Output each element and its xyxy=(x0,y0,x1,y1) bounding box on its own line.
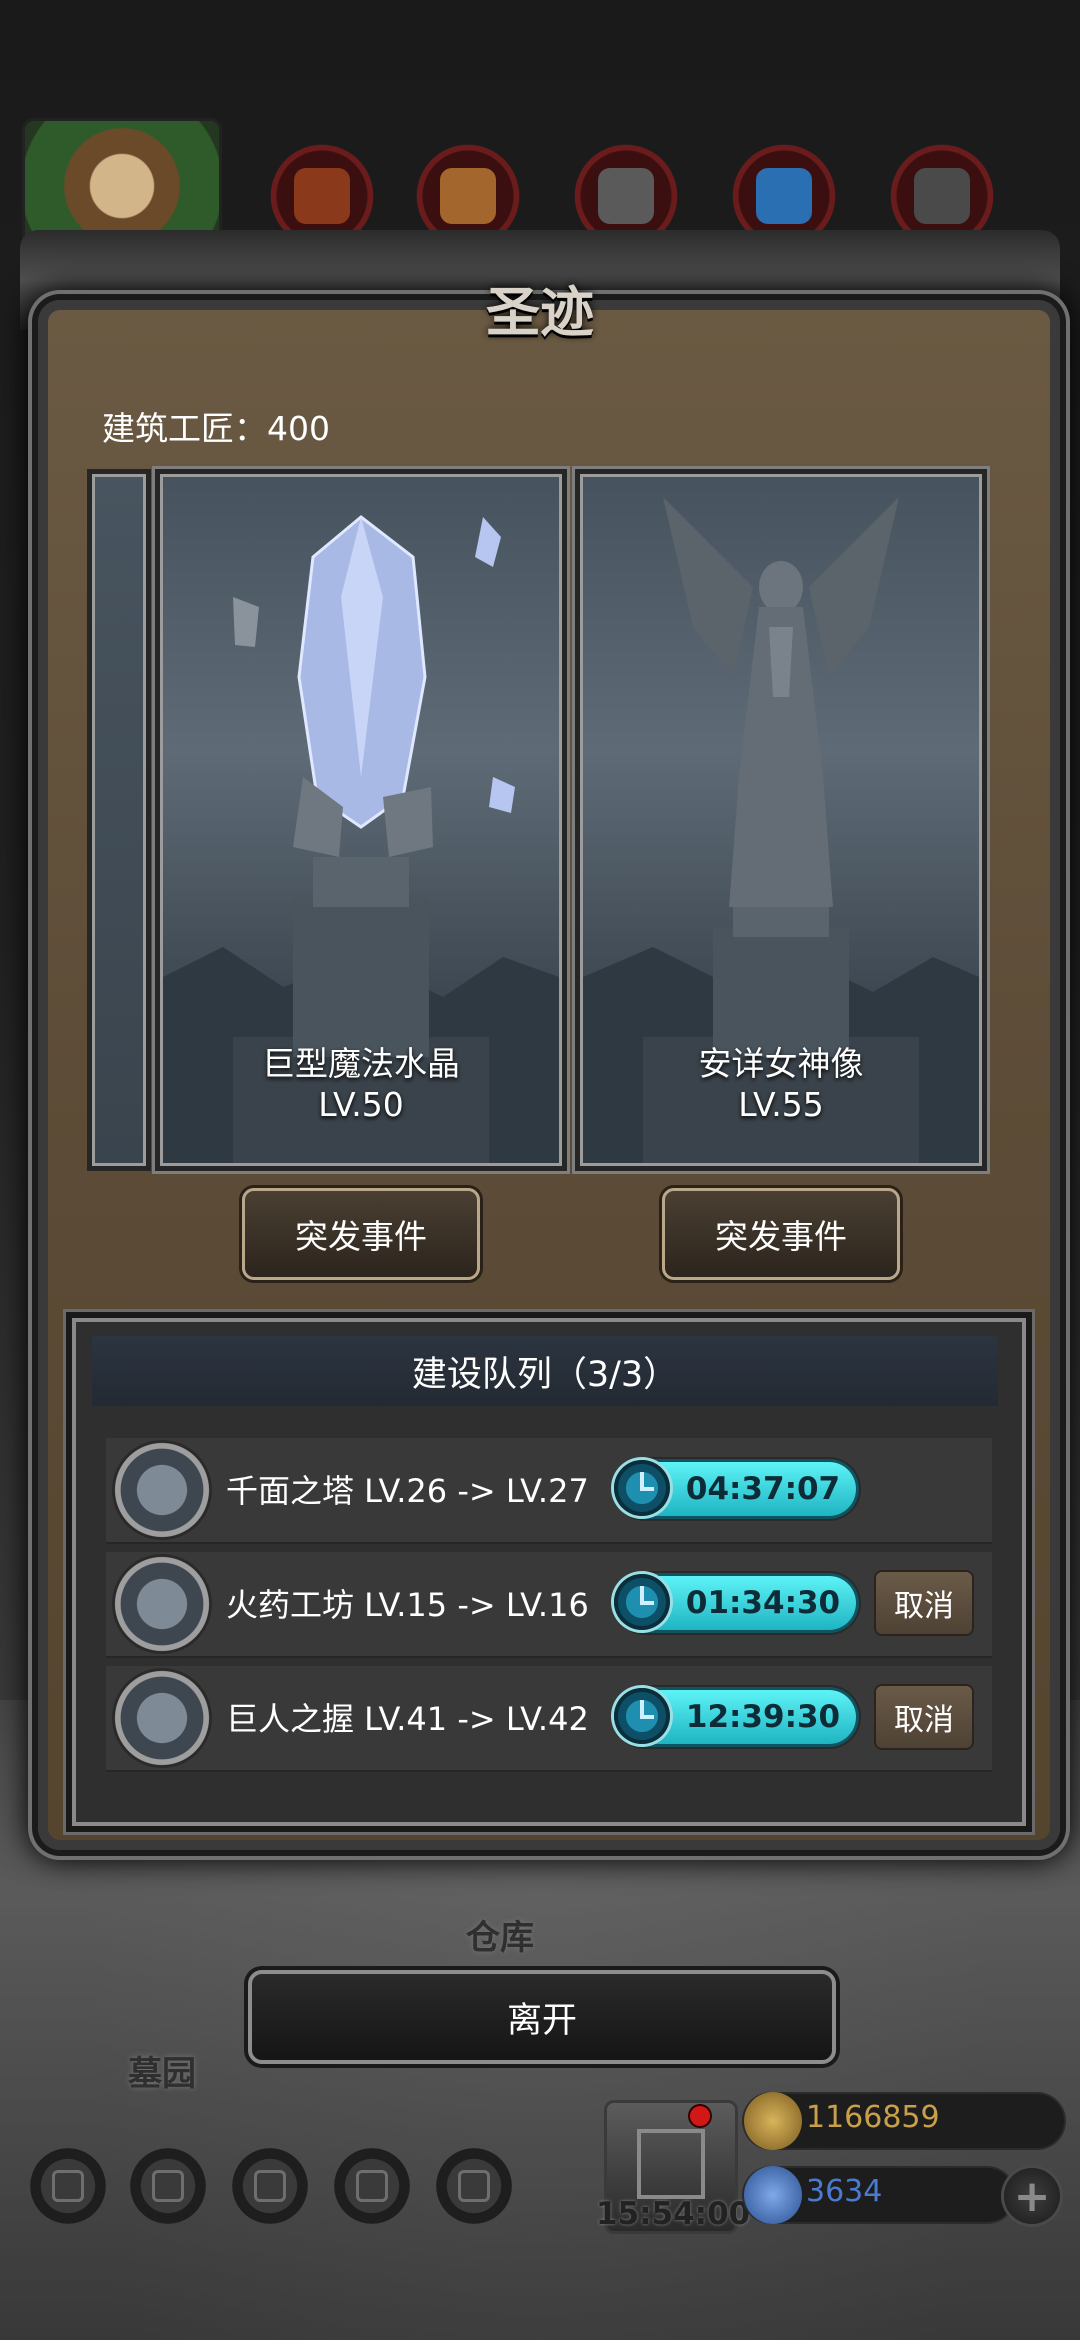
ranking-icon[interactable] xyxy=(232,2148,308,2224)
iron-icon xyxy=(914,168,970,224)
hero-icon[interactable] xyxy=(130,2148,206,2224)
clock-icon xyxy=(614,1460,670,1516)
builders-count: 建筑工匠：400 xyxy=(102,409,330,448)
card-name: 巨型魔法水晶 xyxy=(262,1044,460,1083)
card-name: 安详女神像 xyxy=(698,1044,864,1083)
notification-dot xyxy=(690,2106,710,2126)
queue-row-label: 千面之塔 LV.26 -> LV.27 xyxy=(226,1472,589,1510)
gem-icon xyxy=(744,2166,802,2224)
tower-icon xyxy=(112,1440,212,1540)
cancel-button[interactable]: 取消 xyxy=(876,1686,972,1748)
stone-icon xyxy=(598,168,654,224)
warehouse-label[interactable]: 仓库 xyxy=(466,1910,534,1959)
sudden-event-button-crystal[interactable]: 突发事件 xyxy=(242,1188,480,1280)
previous-card-edge[interactable] xyxy=(92,474,146,1166)
queue-timer[interactable]: 04:37:07 xyxy=(614,1460,856,1516)
queue-title: 建设队列（3/3） xyxy=(92,1336,998,1406)
queue-row-label: 巨人之握 LV.41 -> LV.42 xyxy=(226,1700,589,1738)
cemetery-label[interactable]: 墓园 xyxy=(128,2046,196,2095)
clock-icon xyxy=(614,1688,670,1744)
building-card-crystal[interactable]: 巨型魔法水晶 LV.50 xyxy=(160,474,562,1166)
add-gems-button[interactable]: + xyxy=(1004,2168,1060,2224)
clock-icon xyxy=(614,1574,670,1630)
mail-icon[interactable] xyxy=(334,2148,410,2224)
gem-value: 3634 xyxy=(806,2174,883,2209)
card-level: LV.55 xyxy=(738,1085,824,1124)
queue-row: 火药工坊 LV.15 -> LV.16 01:34:30 取消 xyxy=(106,1552,992,1658)
queue-time: 12:39:30 xyxy=(685,1699,841,1735)
gift-timer: 15:54:00 xyxy=(596,2196,751,2232)
food-icon xyxy=(294,168,350,224)
cancel-button[interactable]: 取消 xyxy=(876,1572,972,1634)
queue-time: 04:37:07 xyxy=(685,1471,841,1507)
crystal-icon xyxy=(756,168,812,224)
sudden-event-button-goddess[interactable]: 突发事件 xyxy=(662,1188,900,1280)
queue-row: 巨人之握 LV.41 -> LV.42 12:39:30 取消 xyxy=(106,1666,992,1772)
wood-icon xyxy=(440,168,496,224)
queue-time: 01:34:30 xyxy=(685,1585,841,1621)
leave-button[interactable]: 离开 xyxy=(248,1970,836,2064)
card-level: LV.50 xyxy=(318,1085,404,1124)
gold-currency: 1166859 xyxy=(744,2092,1064,2150)
queue-timer[interactable]: 12:39:30 xyxy=(614,1688,856,1744)
gift-icon xyxy=(637,2129,705,2199)
giant-hand-icon xyxy=(112,1668,212,1768)
gem-currency: 3634 xyxy=(744,2166,1014,2224)
workshop-icon xyxy=(112,1554,212,1654)
queue-row-label: 火药工坊 LV.15 -> LV.16 xyxy=(226,1586,589,1624)
alliance-icon[interactable] xyxy=(436,2148,512,2224)
construction-queue: 建设队列（3/3） 千面之塔 LV.26 -> LV.27 04:37:07 火… xyxy=(72,1318,1026,1826)
building-card-goddess[interactable]: 安详女神像 LV.55 xyxy=(580,474,982,1166)
queue-timer[interactable]: 01:34:30 xyxy=(614,1574,856,1630)
gold-coin-icon xyxy=(744,2092,802,2150)
gold-value: 1166859 xyxy=(806,2100,940,2135)
panel-title: 圣迹 xyxy=(486,279,594,344)
settings-gear-icon[interactable] xyxy=(30,2148,106,2224)
queue-row: 千面之塔 LV.26 -> LV.27 04:37:07 xyxy=(106,1438,992,1544)
